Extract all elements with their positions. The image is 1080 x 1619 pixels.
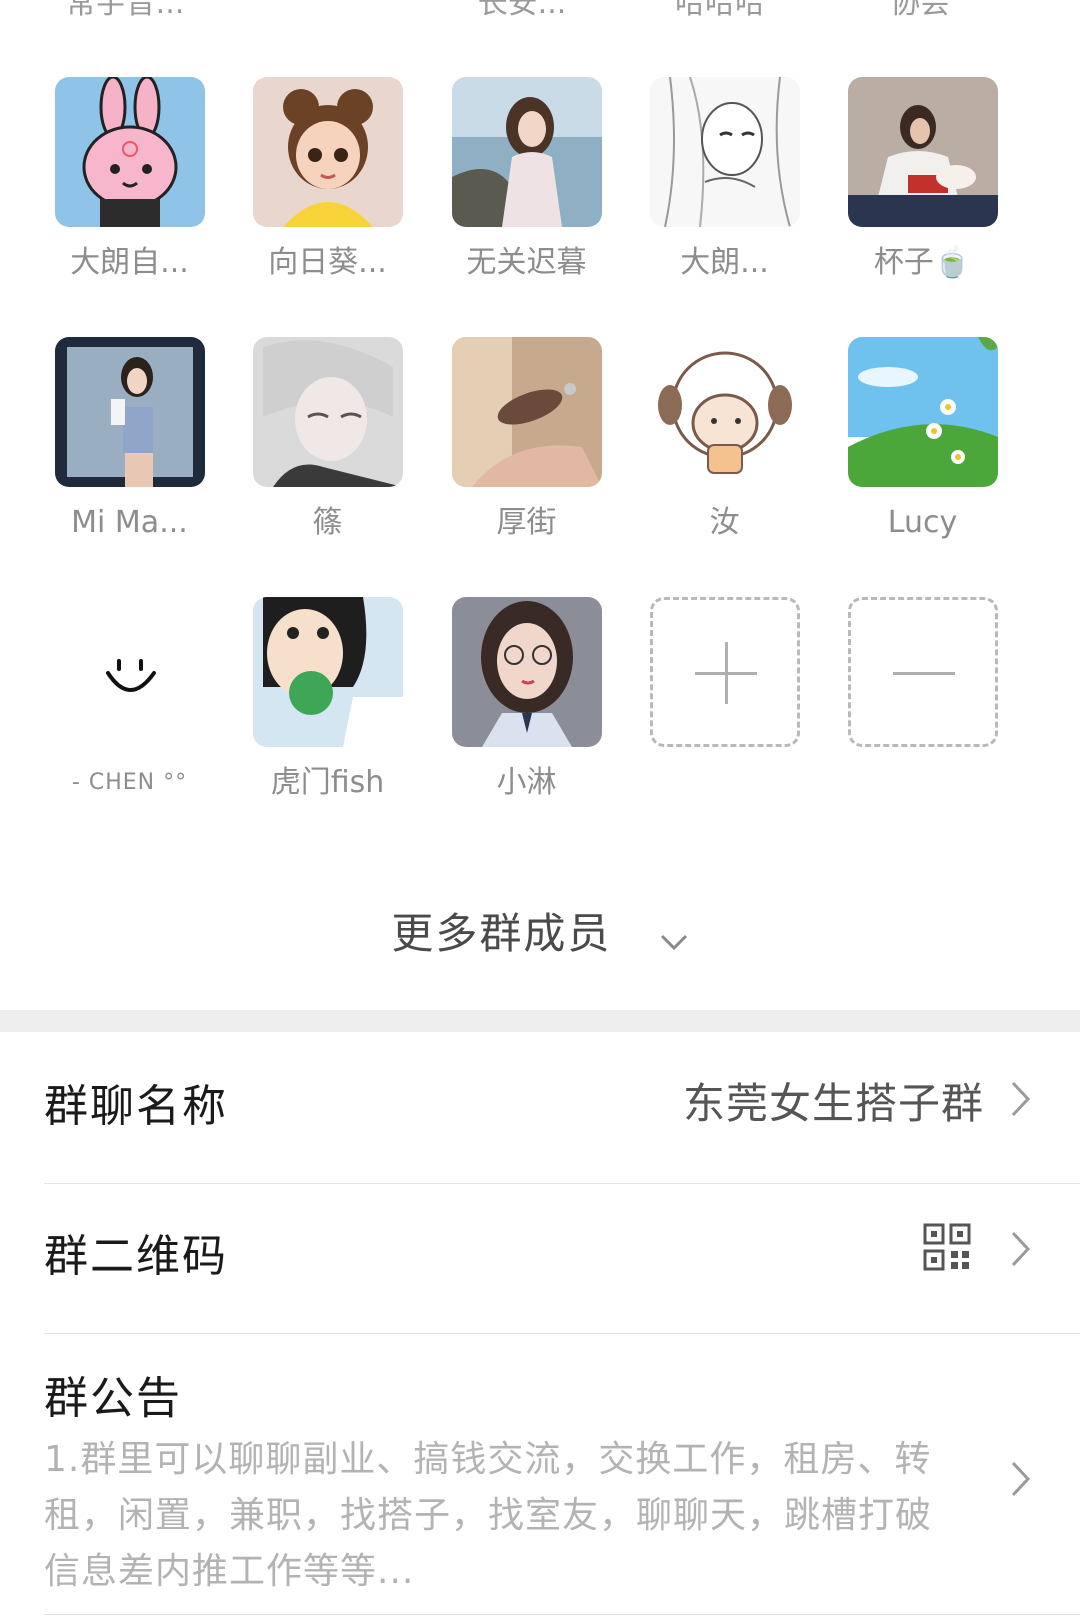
smiley-face-avatar[interactable] [54,597,205,747]
member-name: 常宇音... [65,0,185,21]
plus-icon [724,642,728,704]
member-name: 长安... [477,0,567,21]
announcement-line: 信息差内推工作等等... [44,1551,415,1592]
group-qr-row[interactable]: 群二维码 [44,1220,1080,1300]
minus-icon [892,672,955,675]
seaside-photo-avatar[interactable] [451,77,602,227]
anime-girl-apple-avatar[interactable] [252,597,403,747]
member-name: 无关迟暮 [466,245,587,280]
announcement-text: 1.群里可以聊聊副业、搞钱交流，交换工作，租房、转 租，闲置，兼职，找搭子，找室… [44,1432,964,1600]
announcement-line: 1.群里可以聊聊副业、搞钱交流，交换工作，租房、转 [44,1439,932,1480]
member-tile[interactable]: Lucy [820,337,1025,543]
cartoon-girl-avatar[interactable] [252,77,403,227]
member-tile[interactable]: 篠 [225,337,430,543]
glasses-girl-avatar[interactable] [451,597,602,747]
manga-girl-avatar[interactable] [649,77,800,227]
member-name: 大朗自... [70,245,189,280]
member-name: 小淋 [496,765,557,800]
member-name: 协会 [890,0,950,21]
add-member-button[interactable] [649,597,800,747]
mirror-selfie-avatar[interactable] [54,337,205,487]
member-tile[interactable]: 大朗... [622,77,827,283]
member-name: 篠 [312,505,343,540]
member-tile[interactable]: 小淋 [424,597,629,803]
group-qr-label: 群二维码 [44,1231,228,1282]
member-name: 大朗... [680,245,769,280]
anime-boy-avatar[interactable] [252,337,403,487]
hand-object-avatar[interactable] [451,337,602,487]
add-member-tile[interactable] [622,597,827,747]
member-tile[interactable]: 大朗自... [27,77,232,283]
girl-with-cat-avatar[interactable] [847,77,998,227]
section-divider [0,1010,1080,1032]
member-tile[interactable]: 虎门fish [225,597,430,803]
member-name: 厚街 [496,505,557,540]
remove-member-tile[interactable] [820,597,1025,747]
pink-bunny-avatar[interactable] [54,77,205,227]
remove-member-button[interactable] [847,597,998,747]
chevron-right-icon [1010,1080,1032,1122]
member-name: 向日葵... [268,245,387,280]
member-tile[interactable]: 向日葵... [225,77,430,283]
more-members-button[interactable]: 更多群成员 [0,900,1080,961]
row-divider [44,1183,1080,1184]
partial-member-row: 常宇音... 长安... 哈哈哈 协会 [0,0,1080,21]
member-tile[interactable]: - CHEN °° [27,597,232,803]
qr-code-icon [922,1222,972,1276]
member-tile[interactable]: Mi Ma... [27,337,232,543]
row-divider [44,1333,1080,1334]
member-tile[interactable]: 杯子🍵 [820,77,1025,283]
group-name-row[interactable]: 群聊名称 东莞女生搭子群 [44,1070,1080,1150]
chevron-right-icon [1010,1230,1032,1272]
member-tile[interactable]: 厚街 [424,337,629,543]
member-name: 杯子🍵 [873,245,972,280]
member-name: 汝 [709,505,740,540]
member-name: 哈哈哈 [675,0,765,21]
group-name-value: 东莞女生搭子群 [682,1079,984,1128]
daisy-field-avatar[interactable] [847,337,998,487]
chevron-down-icon [659,912,689,961]
row-divider [44,1614,1080,1615]
member-name: Mi Ma... [71,505,188,540]
sheep-cartoon-avatar[interactable] [649,337,800,487]
announcement-label: 群公告 [44,1373,182,1424]
member-name: 虎门fish [270,765,385,800]
member-tile[interactable]: 汝 [622,337,827,543]
member-name: - CHEN °° [71,770,188,795]
group-name-label: 群聊名称 [44,1081,228,1132]
member-tile[interactable]: 无关迟暮 [424,77,629,283]
member-name: Lucy [887,505,958,540]
more-members-label: 更多群成员 [391,909,612,958]
announcement-line: 租，闲置，兼职，找搭子，找室友，聊聊天，跳槽打破 [44,1495,933,1536]
chevron-right-icon [1010,1460,1032,1502]
